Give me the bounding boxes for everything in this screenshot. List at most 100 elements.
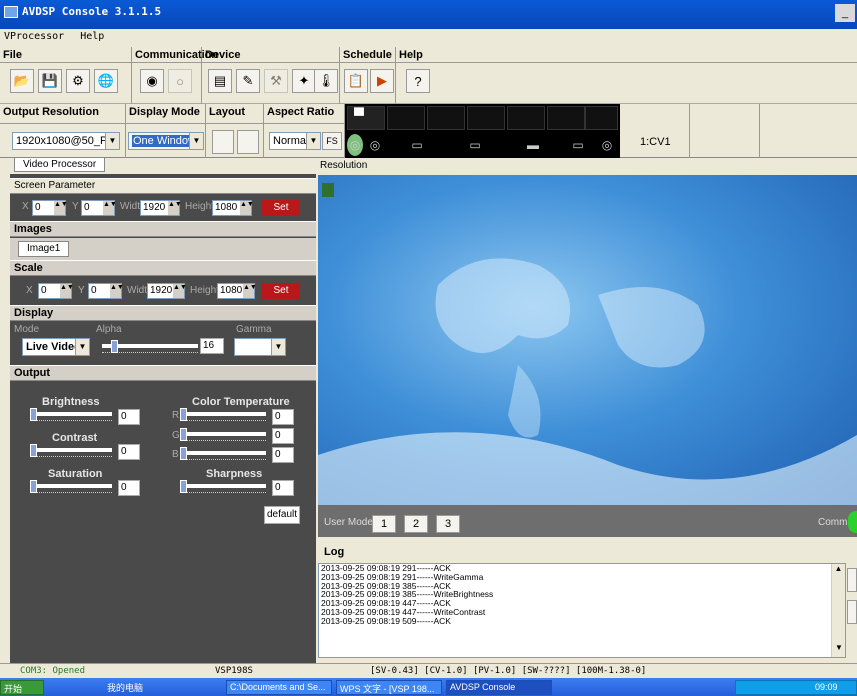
scroll-down-icon[interactable]: ▼ — [832, 643, 845, 657]
open-folder-icon[interactable]: 📂 — [10, 69, 34, 93]
my-computer-shortcut[interactable]: 我的电脑 — [104, 680, 204, 695]
settings-icon[interactable]: ⚙ — [66, 69, 90, 93]
spinner-icon[interactable]: ▲▼ — [60, 284, 74, 298]
spinner-icon[interactable]: ▲▼ — [54, 201, 68, 215]
spinner-icon[interactable]: ▲▼ — [110, 284, 124, 298]
screen-set-button[interactable]: Set — [262, 200, 300, 216]
brightness-value[interactable]: 0 — [118, 409, 140, 425]
log-textbox[interactable]: 2013-09-25 09:08:19 291------ACK 2013-09… — [318, 563, 846, 658]
wand-icon[interactable]: ✦ — [292, 69, 316, 93]
input-slot-4[interactable] — [467, 106, 505, 130]
globe-icon[interactable]: 🌐 — [94, 69, 118, 93]
edit-icon[interactable]: ✎ — [236, 69, 260, 93]
connect-icon[interactable]: ◉ — [140, 69, 164, 93]
screen-x-input[interactable]: 0 ▲▼ — [32, 200, 68, 216]
sharpness-slider-thumb[interactable] — [180, 480, 187, 493]
layout-button-2[interactable] — [237, 130, 259, 154]
save-icon[interactable]: 💾 — [38, 69, 62, 93]
menu-help[interactable]: Help — [80, 31, 104, 42]
task-avdsp[interactable]: AVDSP Console — [446, 680, 552, 695]
disconnect-icon[interactable]: ○ — [168, 69, 192, 93]
play-icon[interactable]: ▶ — [370, 69, 394, 93]
sharpness-slider[interactable] — [180, 480, 266, 494]
log-close-icon[interactable] — [847, 600, 857, 624]
help-icon[interactable]: ? — [406, 69, 430, 93]
alpha-value[interactable]: 16 — [200, 338, 224, 354]
screen-height-input[interactable]: 1080 ▲▼ — [212, 200, 254, 216]
color-r-value[interactable]: 0 — [272, 409, 294, 425]
cvbs-port-icon[interactable]: ◎ — [347, 134, 363, 156]
minimize-button[interactable]: _ — [835, 4, 855, 22]
tool-icon[interactable]: ⚒ — [264, 69, 288, 93]
spinner-icon[interactable]: ▲▼ — [168, 201, 182, 215]
spinner-icon[interactable]: ▲▼ — [243, 284, 257, 298]
spinner-icon[interactable]: ▲▼ — [240, 201, 254, 215]
user-mode-3-button[interactable]: 3 — [436, 515, 460, 533]
video-preview[interactable] — [318, 175, 857, 505]
cvbs-port-2-icon[interactable]: ◎ — [367, 134, 383, 156]
tab-video-processor[interactable]: Video Processor — [14, 157, 106, 172]
contrast-slider-thumb[interactable] — [30, 444, 37, 457]
scroll-up-icon[interactable]: ▲ — [832, 564, 845, 578]
scale-x-input[interactable]: 0 ▲▼ — [38, 283, 74, 299]
schedule-edit-icon[interactable]: 📋 — [344, 69, 368, 93]
spinner-icon[interactable]: ▲▼ — [103, 201, 117, 215]
output-resolution-select[interactable]: 1920x1080@50_P ▼ — [12, 132, 120, 150]
scale-height-input[interactable]: 1080 ▲▼ — [217, 283, 257, 299]
log-save-icon[interactable] — [847, 568, 857, 592]
color-r-slider-thumb[interactable] — [180, 408, 187, 421]
log-line: 2013-09-25 09:08:19 509------ACK — [321, 615, 451, 626]
input-slot-5[interactable] — [507, 106, 545, 130]
brightness-slider[interactable] — [30, 408, 112, 422]
layout-button-1[interactable] — [212, 130, 234, 154]
input-slot-6[interactable] — [547, 106, 585, 130]
vga-port-2-icon[interactable]: ▭ — [447, 134, 503, 156]
alpha-slider[interactable] — [102, 340, 198, 354]
start-button[interactable]: 开始 — [0, 680, 44, 695]
color-g-slider[interactable] — [180, 428, 266, 442]
vga-port-icon[interactable]: ▭ — [389, 134, 445, 156]
fullscreen-button[interactable]: FS — [322, 132, 342, 150]
input-slot-2[interactable] — [387, 106, 425, 130]
menu-vprocessor[interactable]: VProcessor — [4, 31, 64, 42]
device-icon[interactable]: ▤ — [208, 69, 232, 93]
color-b-value[interactable]: 0 — [272, 447, 294, 463]
color-g-slider-thumb[interactable] — [180, 428, 187, 441]
alpha-slider-thumb[interactable] — [111, 340, 118, 353]
hdmi-port-icon[interactable]: ▭ — [563, 134, 593, 156]
scale-width-input[interactable]: 1920 ▲▼ — [147, 283, 187, 299]
saturation-value[interactable]: 0 — [118, 480, 140, 496]
input-slot-1[interactable]: ▀ — [347, 106, 385, 130]
aspect-ratio-select[interactable]: Normal ▼ — [269, 132, 321, 150]
task-wps[interactable]: WPS 文字 - [VSP 198... — [336, 680, 442, 695]
display-mode-select[interactable]: One Window ▼ — [128, 132, 204, 150]
user-mode-1-button[interactable]: 1 — [372, 515, 396, 533]
scale-y-input[interactable]: 0 ▲▼ — [88, 283, 124, 299]
color-b-slider-thumb[interactable] — [180, 447, 187, 460]
saturation-slider-thumb[interactable] — [30, 480, 37, 493]
saturation-slider[interactable] — [30, 480, 112, 494]
gamma-select[interactable]: ▼ — [234, 338, 286, 356]
user-mode-2-button[interactable]: 2 — [404, 515, 428, 533]
color-b-slider[interactable] — [180, 447, 266, 461]
dvi-port-icon[interactable]: ▬ — [505, 134, 561, 156]
contrast-value[interactable]: 0 — [118, 444, 140, 460]
contrast-slider[interactable] — [30, 444, 112, 458]
mode-select[interactable]: Live Video ▼ — [22, 338, 90, 356]
task-documents[interactable]: C:\Documents and Se... — [226, 680, 332, 695]
sdi-port-icon[interactable]: ◎ — [597, 134, 617, 156]
color-g-value[interactable]: 0 — [272, 428, 294, 444]
tab-image1[interactable]: Image1 — [18, 241, 70, 257]
temperature-icon[interactable]: 🌡 — [314, 69, 338, 93]
screen-width-input[interactable]: 1920 ▲▼ — [140, 200, 182, 216]
input-slot-3[interactable] — [427, 106, 465, 130]
color-r-slider[interactable] — [180, 408, 266, 422]
scale-set-button[interactable]: Set — [262, 283, 300, 299]
spinner-icon[interactable]: ▲▼ — [173, 284, 187, 298]
sharpness-value[interactable]: 0 — [272, 480, 294, 496]
default-button[interactable]: default — [264, 506, 300, 524]
brightness-slider-thumb[interactable] — [30, 408, 37, 421]
log-scrollbar[interactable]: ▲ ▼ — [831, 564, 845, 657]
screen-y-input[interactable]: 0 ▲▼ — [81, 200, 117, 216]
input-slot-7[interactable] — [585, 106, 618, 130]
